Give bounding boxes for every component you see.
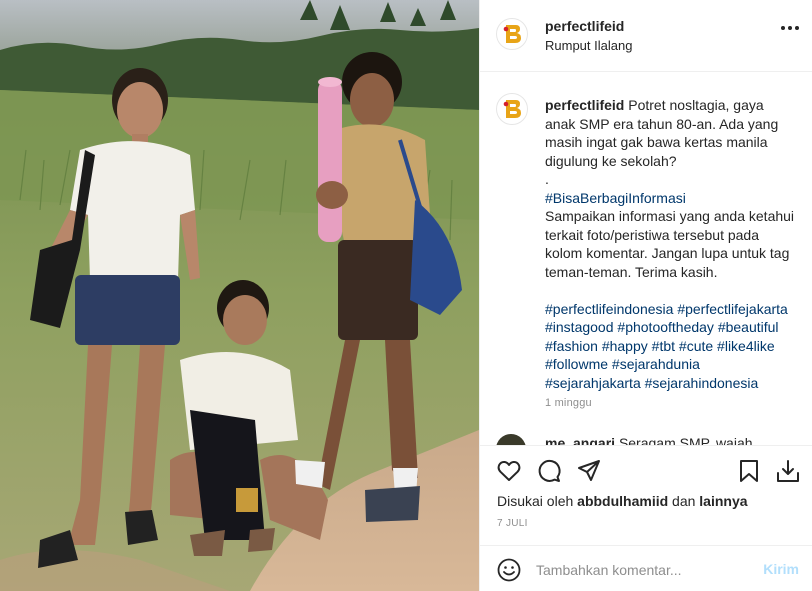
hashtag-list: #perfectlifeindonesia #perfectlifejakart… (545, 300, 795, 393)
caption-time[interactable]: 1 minggu (545, 397, 592, 409)
hashtag[interactable]: #happy (602, 338, 648, 354)
download-icon[interactable] (775, 458, 801, 484)
likes-others-link[interactable]: lainnya (699, 493, 747, 509)
likes-summary: Disukai oleh abbdulhamiid dan lainnya (497, 493, 748, 509)
hashtag[interactable]: #sejarahindonesia (645, 375, 759, 391)
caption-dot: . (545, 171, 549, 187)
comment-icon[interactable] (536, 458, 562, 484)
caption-avatar[interactable] (496, 93, 528, 125)
comment-input[interactable] (536, 556, 746, 584)
header-username[interactable]: perfectlifeid (545, 18, 624, 34)
commenter-avatar[interactable] (496, 434, 526, 445)
hashtag-share[interactable]: #BisaBerbagiInformasi (545, 190, 686, 206)
likes-prefix: Disukai oleh (497, 493, 574, 509)
hashtag[interactable]: #perfectlifejakarta (677, 301, 788, 317)
perfectlife-logo-icon (503, 25, 521, 43)
post-caption: perfectlifeid Potret nosltagia, gaya ana… (545, 96, 795, 392)
hashtag[interactable]: #tbt (652, 338, 675, 354)
emoji-icon[interactable] (496, 557, 522, 583)
hashtag[interactable]: #like4like (717, 338, 775, 354)
avatar[interactable] (496, 18, 528, 50)
post-comment-button[interactable]: Kirim (763, 561, 799, 577)
comment-text: Seragam SMP, wajah (618, 435, 753, 445)
paper-plane-icon[interactable] (576, 458, 602, 484)
caption-body: Sampaikan informasi yang anda ketahui te… (545, 208, 795, 280)
post-date[interactable]: 7 JULI (497, 518, 528, 529)
hashtag[interactable]: #sejarahjakarta (545, 375, 641, 391)
heart-icon[interactable] (496, 458, 522, 484)
hashtag[interactable]: #followme (545, 356, 608, 372)
hashtag[interactable]: #beautiful (718, 319, 779, 335)
instagram-post: perfectlifeid Rumput Ilalang perfectlife… (0, 0, 812, 591)
hashtag[interactable]: #cute (679, 338, 713, 354)
bookmark-icon[interactable] (736, 458, 762, 484)
comments-area: perfectlifeid Potret nosltagia, gaya ana… (480, 73, 812, 445)
add-comment-bar: Kirim (480, 545, 812, 591)
caption-username[interactable]: perfectlifeid (545, 97, 624, 113)
hashtag[interactable]: #perfectlifeindonesia (545, 301, 673, 317)
header-location[interactable]: Rumput Ilalang (545, 38, 632, 53)
post-header: perfectlifeid Rumput Ilalang (480, 0, 812, 72)
likes-conj: dan (672, 493, 696, 509)
hashtag[interactable]: #instagood (545, 319, 614, 335)
liker-username[interactable]: abbdulhamiid (577, 493, 668, 509)
hashtag[interactable]: #sejarahdunia (612, 356, 700, 372)
post-photo[interactable] (0, 0, 479, 591)
more-options-icon[interactable] (781, 26, 799, 32)
post-side-panel: perfectlifeid Rumput Ilalang perfectlife… (479, 0, 812, 591)
hashtag[interactable]: #fashion (545, 338, 598, 354)
hashtag[interactable]: #photooftheday (617, 319, 714, 335)
post-actions: Disukai oleh abbdulhamiid dan lainnya 7 … (480, 445, 812, 535)
comment-item: me_angari Seragam SMP, wajah (545, 435, 753, 445)
comment-username[interactable]: me_angari (545, 435, 615, 445)
perfectlife-logo-icon (503, 100, 521, 118)
